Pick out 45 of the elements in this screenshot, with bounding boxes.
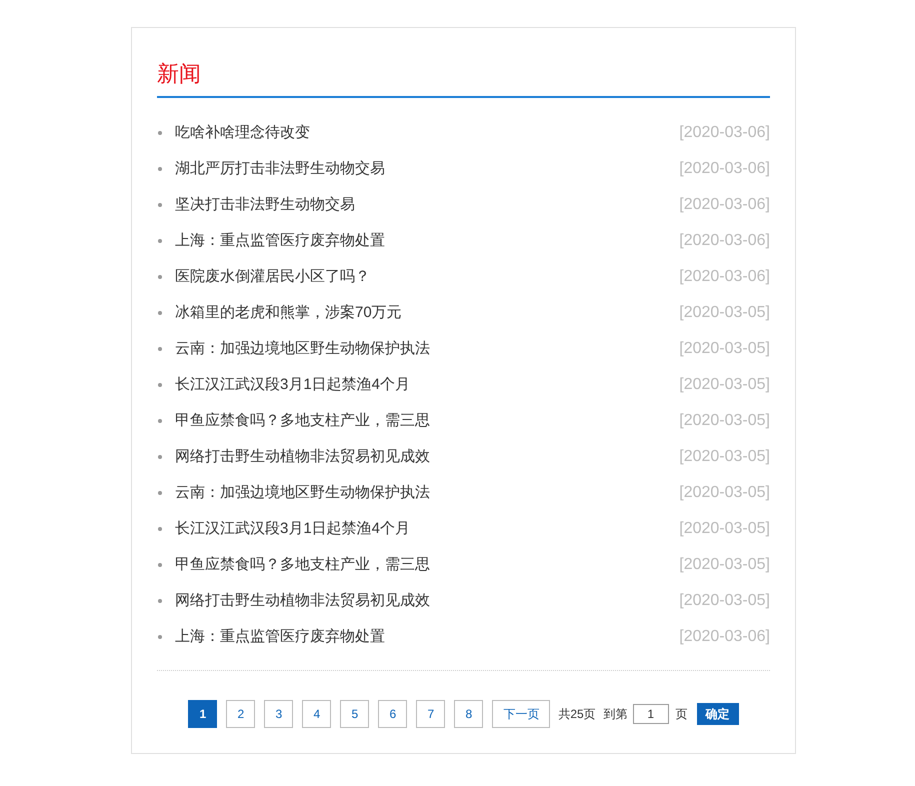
news-date: [2020-03-06] — [679, 627, 770, 647]
news-date: [2020-03-05] — [679, 303, 770, 323]
page-button[interactable]: 2 — [226, 700, 256, 728]
news-link[interactable]: 上海：重点监管医疗废弃物处置 — [175, 230, 385, 252]
news-date: [2020-03-05] — [679, 591, 770, 611]
page-suffix: 页 — [676, 706, 688, 723]
news-date: [2020-03-05] — [679, 375, 770, 395]
page-button[interactable]: 1 — [188, 700, 218, 728]
news-link[interactable]: 甲鱼应禁食吗？多地支柱产业，需三思 — [175, 410, 430, 432]
page-button[interactable]: 8 — [454, 700, 484, 728]
news-link[interactable]: 甲鱼应禁食吗？多地支柱产业，需三思 — [175, 554, 430, 576]
news-date: [2020-03-05] — [679, 447, 770, 467]
news-date: [2020-03-06] — [679, 123, 770, 143]
news-date: [2020-03-05] — [679, 483, 770, 503]
news-link[interactable]: 吃啥补啥理念待改变 — [175, 122, 310, 144]
news-date: [2020-03-05] — [679, 555, 770, 575]
news-link[interactable]: 网络打击野生动植物非法贸易初见成效 — [175, 446, 430, 468]
news-date: [2020-03-06] — [679, 267, 770, 287]
news-link[interactable]: 网络打击野生动植物非法贸易初见成效 — [175, 590, 430, 612]
news-date: [2020-03-05] — [679, 519, 770, 539]
next-page-button[interactable]: 下一页 — [492, 700, 550, 728]
page-input[interactable]: 1 — [632, 704, 669, 724]
news-link[interactable]: 上海：重点监管医疗废弃物处置 — [175, 626, 385, 648]
news-date: [2020-03-06] — [679, 231, 770, 251]
page-button[interactable]: 7 — [416, 700, 446, 728]
page-button[interactable]: 6 — [378, 700, 408, 728]
news-link[interactable]: 云南：加强边境地区野生动物保护执法 — [175, 482, 430, 504]
news-date: [2020-03-06] — [679, 159, 770, 179]
news-link[interactable]: 湖北严厉打击非法野生动物交易 — [175, 158, 385, 180]
section-title: 新闻 — [157, 61, 201, 86]
goto-label: 到第 — [604, 706, 628, 723]
news-link[interactable]: 医院废水倒灌居民小区了吗？ — [175, 266, 370, 288]
news-link[interactable]: 长江汉江武汉段3月1日起禁渔4个月 — [175, 374, 410, 396]
news-link[interactable]: 云南：加强边境地区野生动物保护执法 — [175, 338, 430, 360]
confirm-button[interactable]: 确定 — [696, 703, 739, 725]
page-button[interactable]: 4 — [302, 700, 332, 728]
page-button[interactable]: 3 — [264, 700, 294, 728]
news-date: [2020-03-06] — [679, 195, 770, 215]
news-link[interactable]: 冰箱里的老虎和熊掌，涉案70万元 — [175, 302, 402, 324]
news-date: [2020-03-05] — [679, 411, 770, 431]
total-pages: 共25页 — [558, 706, 596, 723]
news-link[interactable]: 坚决打击非法野生动物交易 — [175, 194, 355, 216]
page-button[interactable]: 5 — [340, 700, 370, 728]
news-link[interactable]: 长江汉江武汉段3月1日起禁渔4个月 — [175, 518, 410, 540]
news-date: [2020-03-05] — [679, 339, 770, 359]
